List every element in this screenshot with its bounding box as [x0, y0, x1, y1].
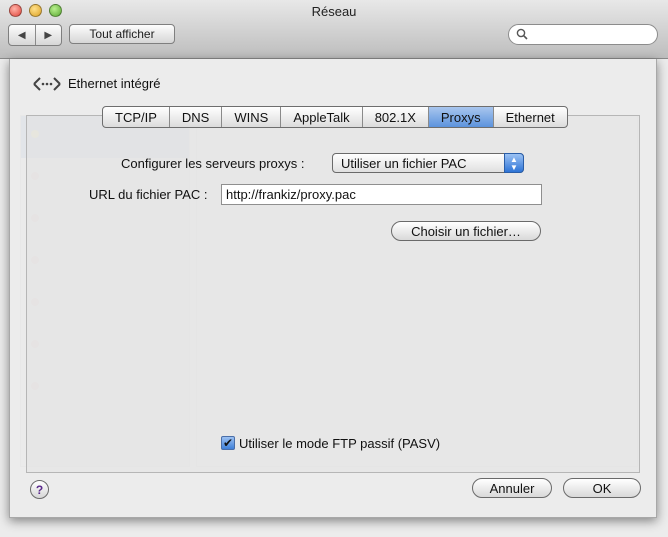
configure-proxies-value: Utiliser un fichier PAC	[341, 156, 467, 171]
title-bar: Réseau ◀ ▶ Tout afficher	[0, 0, 668, 59]
cancel-button[interactable]: Annuler	[472, 478, 552, 498]
configure-proxies-popup[interactable]: Utiliser un fichier PAC ▲ ▼	[332, 153, 524, 173]
window-footer	[0, 520, 668, 537]
search-icon	[516, 28, 528, 40]
configure-proxies-label: Configurer les serveurs proxys :	[121, 156, 305, 171]
choose-file-button[interactable]: Choisir un fichier…	[391, 221, 541, 241]
checkmark-icon: ✔	[222, 436, 234, 450]
ethernet-icon	[33, 77, 61, 91]
tab-8021x[interactable]: 802.1X	[361, 107, 428, 127]
chevron-right-icon: ▶	[44, 29, 53, 41]
search-input[interactable]	[508, 24, 658, 45]
tab-appletalk[interactable]: AppleTalk	[280, 107, 361, 127]
tab-tcpip[interactable]: TCP/IP	[103, 107, 169, 127]
tab-wins[interactable]: WINS	[221, 107, 280, 127]
back-button[interactable]: ◀	[9, 25, 35, 45]
chevron-left-icon: ◀	[17, 29, 26, 41]
tab-ethernet[interactable]: Ethernet	[492, 107, 567, 127]
passive-ftp-checkbox[interactable]: ✔	[221, 436, 235, 450]
passive-ftp-label: Utiliser le mode FTP passif (PASV)	[239, 436, 441, 451]
window-title: Réseau	[311, 4, 357, 19]
tab-bar: TCP/IP DNS WINS AppleTalk 802.1X Proxys …	[102, 106, 568, 128]
proxy-settings-sheet: Ethernet intégré TCP/IP DNS WINS AppleTa…	[9, 59, 657, 518]
show-all-button[interactable]: Tout afficher	[69, 24, 175, 44]
help-button[interactable]: ?	[30, 480, 49, 499]
back-forward-group: ◀ ▶	[8, 24, 62, 46]
tab-proxys[interactable]: Proxys	[427, 107, 493, 127]
tab-dns[interactable]: DNS	[168, 107, 221, 127]
forward-button[interactable]: ▶	[34, 25, 62, 45]
popup-arrows-icon: ▲ ▼	[504, 153, 524, 173]
interface-name: Ethernet intégré	[68, 76, 161, 91]
pac-url-field[interactable]: http://frankiz/proxy.pac	[221, 184, 542, 205]
pac-url-label: URL du fichier PAC :	[89, 187, 208, 202]
ok-button[interactable]: OK	[563, 478, 641, 498]
